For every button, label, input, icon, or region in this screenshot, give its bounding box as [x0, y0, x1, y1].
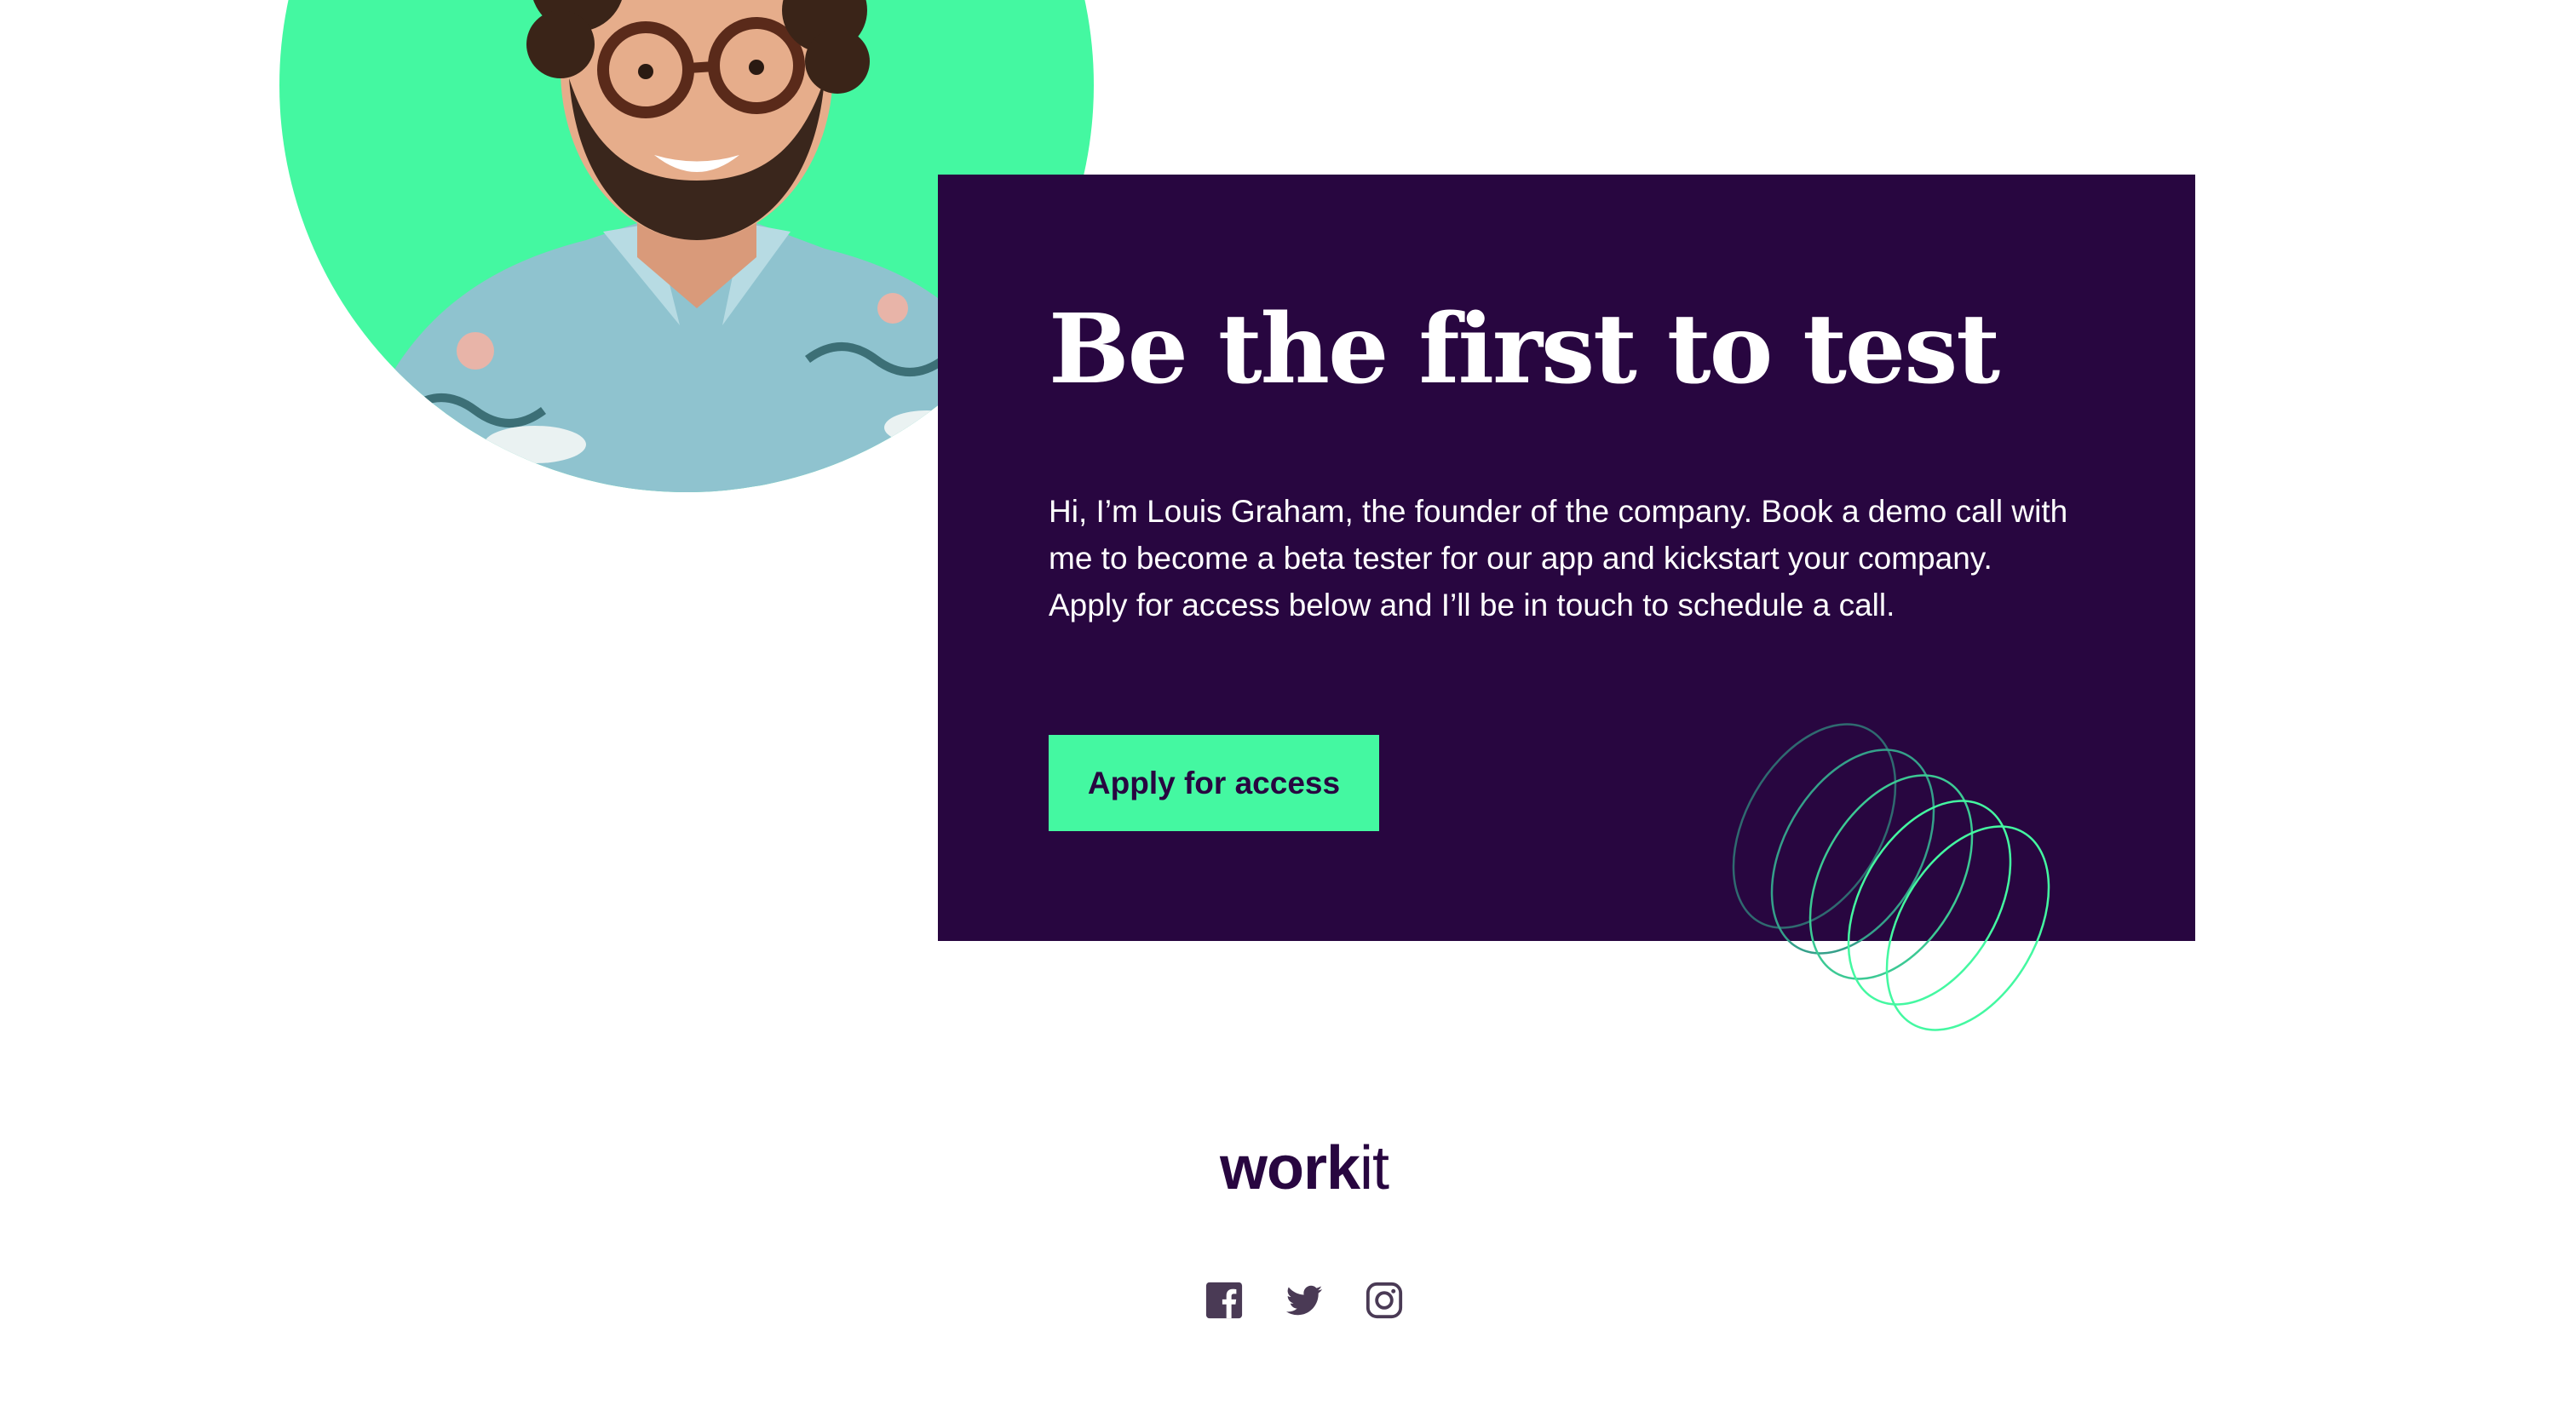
- apply-for-access-button[interactable]: Apply for access: [1049, 735, 1379, 831]
- logo-bold-part: work: [1220, 1134, 1360, 1202]
- card-description-line: Apply for access below and I’ll be in to…: [1049, 588, 1895, 622]
- workit-logo[interactable]: workit: [1220, 1138, 1389, 1199]
- logo-light-part: it: [1360, 1134, 1389, 1202]
- social-links: [1205, 1281, 1404, 1320]
- card-description-line: Hi, I’m Louis Graham, the founder of the…: [1049, 494, 2068, 529]
- facebook-icon[interactable]: [1205, 1281, 1244, 1320]
- card-title: Be the first to test: [1049, 294, 2000, 405]
- twitter-icon[interactable]: [1285, 1281, 1324, 1320]
- card-description-line: me to become a beta tester for our app a…: [1049, 541, 1992, 576]
- beta-invite-card: Be the first to test Hi, I’m Louis Graha…: [938, 175, 2195, 941]
- page: Be the first to test Hi, I’m Louis Graha…: [0, 0, 2576, 1417]
- instagram-icon[interactable]: [1365, 1281, 1404, 1320]
- card-description: Hi, I’m Louis Graham, the founder of the…: [1049, 488, 2113, 628]
